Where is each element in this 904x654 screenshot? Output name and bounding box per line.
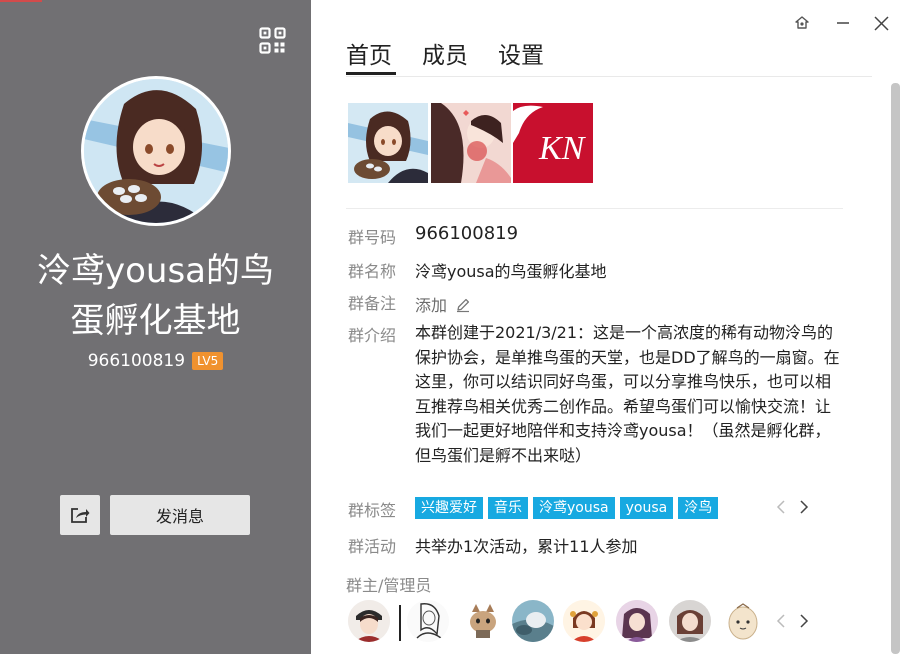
tab-home[interactable]: 首页 [346,36,392,70]
chevron-right-icon[interactable] [796,613,812,629]
album-photo-3[interactable]: KN [513,103,593,183]
owner-admin-divider [399,605,401,641]
album-photo-3-text: KN [538,130,587,167]
share-icon [71,508,90,523]
chevron-left-icon[interactable] [773,499,789,515]
tag-item[interactable]: 音乐 [488,497,528,519]
tabs-divider [346,76,872,77]
edit-pencil-icon [457,298,470,313]
admin-avatar[interactable] [407,600,449,642]
group-name-line-2: 蛋孵化基地 [70,301,241,341]
group-number-value: 966100819 [415,223,519,244]
group-profile-panel: 泠鸢yousa的鸟 蛋孵化基地 966100819 LV5 发消息 [0,0,311,654]
accent-line [0,0,42,2]
group-activity-value: 共举办1次活动，累计11人参加 [415,537,638,556]
chevron-left-icon[interactable] [773,613,789,629]
send-message-button[interactable]: 发消息 [110,495,250,535]
group-id-row: 966100819 LV5 [0,351,311,371]
group-intro-text: 本群创建于2021/3/21：这是一个高浓度的稀有动物泠鸟的保护协会，是单推鸟蛋… [415,323,840,465]
group-activity-label: 群活动 [348,537,397,556]
group-tags-list: 兴趣爱好 音乐 泠鸢yousa yousa 泠鸟 [415,497,719,520]
group-remark-add[interactable]: 添加 [415,292,471,316]
admins-section-title: 群主/管理员 [346,576,432,595]
tag-item[interactable]: 兴趣爱好 [415,497,483,519]
admin-avatar[interactable] [462,600,504,642]
admin-avatar[interactable] [669,600,711,642]
group-name-label: 群名称 [348,262,397,281]
group-number: 966100819 [87,351,186,371]
admin-avatar[interactable] [563,600,605,642]
group-number-label: 群号码 [348,228,397,247]
group-name-title: 泠鸢yousa的鸟 蛋孵化基地 [10,246,301,346]
album-photo-1[interactable] [348,103,428,183]
pin-icon[interactable] [791,12,813,34]
album-photo-2[interactable] [431,103,511,183]
group-remark-add-label: 添加 [415,296,448,315]
close-icon[interactable] [870,12,892,34]
tag-item[interactable]: yousa [619,497,674,519]
group-intro-label: 群介绍 [348,326,397,345]
group-name-line-1: 泠鸢yousa的鸟 [36,251,275,291]
tag-item[interactable]: 泠鸢yousa [533,497,615,519]
level-badge: LV5 [192,352,224,370]
admin-avatar[interactable] [722,600,764,642]
vertical-scrollbar[interactable] [891,83,900,654]
send-message-label: 发消息 [155,507,204,526]
share-button[interactable] [60,495,100,535]
minimize-icon[interactable] [832,12,854,34]
group-name-value: 泠鸢yousa的鸟蛋孵化基地 [415,262,607,281]
group-remark-label: 群备注 [348,294,397,313]
qr-code-icon[interactable] [259,27,286,54]
active-tab-indicator [346,72,396,75]
owner-avatar[interactable] [348,600,390,642]
tab-members[interactable]: 成员 [422,36,468,70]
section-divider [346,208,843,209]
chevron-right-icon[interactable] [796,499,812,515]
group-avatar[interactable] [81,76,231,226]
tag-item[interactable]: 泠鸟 [678,497,719,519]
tab-settings[interactable]: 设置 [498,36,544,70]
group-tags-label: 群标签 [348,501,397,520]
admin-avatar[interactable] [512,600,554,642]
admin-avatar[interactable] [616,600,658,642]
